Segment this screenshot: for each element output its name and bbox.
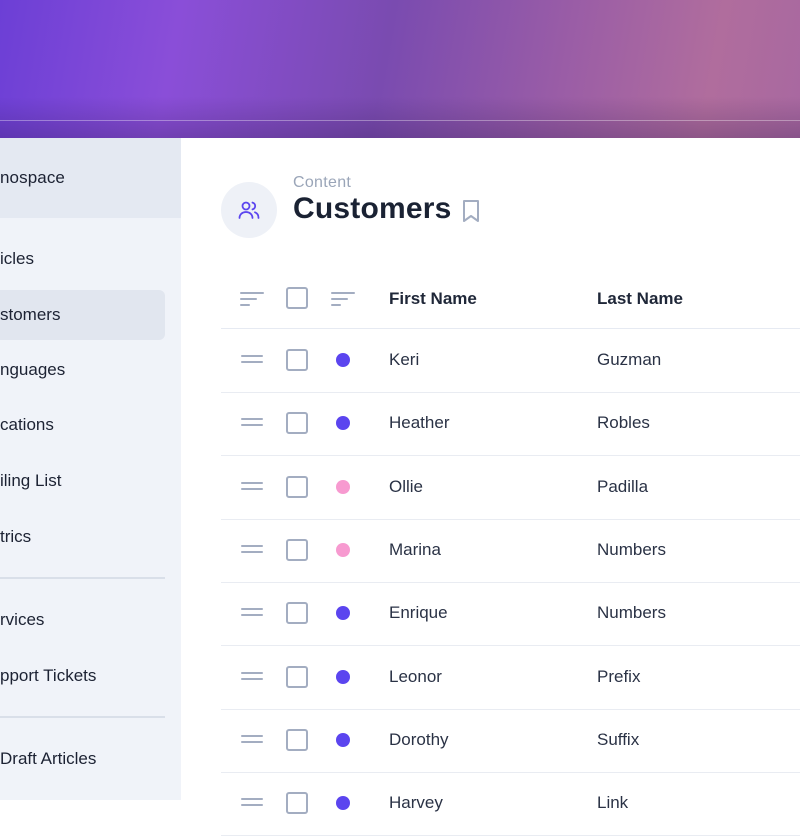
- sidebar-divider: [0, 577, 165, 579]
- status-dot: [336, 796, 350, 811]
- table-row[interactable]: Enrique Numbers: [221, 582, 800, 647]
- status-dot: [336, 416, 350, 431]
- sidebar-item-label: rvices: [0, 610, 45, 629]
- cell-last-name: Numbers: [597, 539, 666, 559]
- sidebar-item-mailing-list[interactable]: iling List: [0, 456, 165, 506]
- cell-first-name: Keri: [389, 350, 420, 369]
- drag-handle-icon[interactable]: [241, 418, 263, 428]
- cell-first-name: Dorothy: [389, 729, 449, 749]
- sidebar-divider: [0, 716, 165, 718]
- cell-first-name: Leonor: [389, 666, 442, 686]
- sort-icon[interactable]: [331, 291, 355, 306]
- cell-first-name: Heather: [389, 413, 450, 433]
- drag-handle-icon[interactable]: [241, 734, 263, 745]
- cell-last-name: Prefix: [597, 666, 641, 686]
- table-row[interactable]: Ollie Padilla: [221, 456, 800, 520]
- table-row[interactable]: Marina Numbers: [221, 519, 800, 583]
- sidebar-item-label: Draft Articles: [0, 749, 97, 768]
- page-subtitle: Content: [293, 174, 352, 191]
- bookmark-icon[interactable]: [462, 199, 480, 228]
- table-header: First Name Last Name: [221, 268, 800, 329]
- status-dot: [336, 479, 350, 494]
- main-content: Content Customers First Name Last Name K…: [181, 138, 800, 836]
- sidebar: nospace icles stomers nguages cations il…: [0, 138, 182, 800]
- banner-divider: [0, 120, 800, 121]
- status-dot: [336, 542, 350, 557]
- status-dot: [336, 353, 350, 367]
- sidebar-item-customers[interactable]: stomers: [0, 290, 165, 340]
- table-row[interactable]: Leonor Prefix: [221, 646, 800, 710]
- status-dot: [336, 732, 350, 747]
- sidebar-item-label: nguages: [0, 360, 66, 379]
- cell-first-name: Harvey: [389, 793, 443, 813]
- sidebar-item-locations[interactable]: cations: [0, 400, 165, 450]
- drag-handle-icon[interactable]: [241, 671, 263, 682]
- sidebar-item-languages[interactable]: nguages: [0, 345, 165, 395]
- project-name: nospace: [0, 168, 65, 187]
- sidebar-item-metrics[interactable]: trics: [0, 512, 165, 562]
- page-title: Customers: [293, 192, 452, 225]
- cell-last-name: Robles: [597, 413, 650, 433]
- sort-manual-icon[interactable]: [240, 291, 264, 306]
- cell-last-name: Link: [597, 793, 629, 813]
- drag-handle-icon[interactable]: [241, 355, 263, 365]
- project-switcher[interactable]: nospace: [0, 138, 181, 218]
- cell-first-name: Enrique: [389, 603, 448, 623]
- cell-last-name: Suffix: [597, 729, 640, 749]
- row-checkbox[interactable]: [286, 475, 308, 498]
- row-checkbox[interactable]: [286, 538, 308, 561]
- table-row[interactable]: Harvey Link: [221, 772, 800, 836]
- row-checkbox[interactable]: [286, 792, 308, 815]
- status-dot: [336, 669, 350, 684]
- table-row[interactable]: Heather Robles: [221, 392, 800, 457]
- row-checkbox[interactable]: [286, 728, 308, 751]
- row-checkbox[interactable]: [286, 665, 308, 688]
- row-checkbox[interactable]: [286, 602, 308, 625]
- users-icon: [221, 182, 277, 238]
- sidebar-item-support-tickets[interactable]: pport Tickets: [0, 651, 165, 701]
- sidebar-item-label: cations: [0, 415, 54, 434]
- drag-handle-icon[interactable]: [241, 544, 263, 555]
- cell-last-name: Padilla: [597, 476, 649, 496]
- cell-first-name: Marina: [389, 539, 441, 559]
- cell-last-name: Numbers: [597, 603, 666, 623]
- sidebar-item-draft-articles[interactable]: Draft Articles: [0, 734, 165, 784]
- sidebar-item-label: icles: [0, 249, 35, 268]
- sidebar-item-label: pport Tickets: [0, 666, 97, 685]
- column-header-last-name[interactable]: Last Name: [597, 289, 683, 309]
- table-row[interactable]: Dorothy Suffix: [221, 709, 800, 773]
- row-checkbox[interactable]: [286, 349, 308, 371]
- drag-handle-icon[interactable]: [241, 481, 263, 492]
- column-header-first-name[interactable]: First Name: [389, 289, 477, 309]
- row-checkbox[interactable]: [286, 412, 308, 435]
- sidebar-item-services[interactable]: rvices: [0, 595, 165, 645]
- sidebar-item-label: trics: [0, 527, 32, 546]
- sidebar-item-articles[interactable]: icles: [0, 234, 165, 284]
- drag-handle-icon[interactable]: [241, 608, 263, 618]
- cell-first-name: Ollie: [389, 476, 424, 496]
- cell-last-name: Guzman: [597, 350, 662, 369]
- sidebar-item-label: stomers: [0, 305, 61, 324]
- status-dot: [336, 606, 350, 621]
- header-banner: [0, 0, 800, 138]
- select-all-checkbox[interactable]: [286, 287, 308, 309]
- sidebar-item-label: iling List: [0, 471, 62, 490]
- table-row[interactable]: Keri Guzman: [221, 329, 800, 393]
